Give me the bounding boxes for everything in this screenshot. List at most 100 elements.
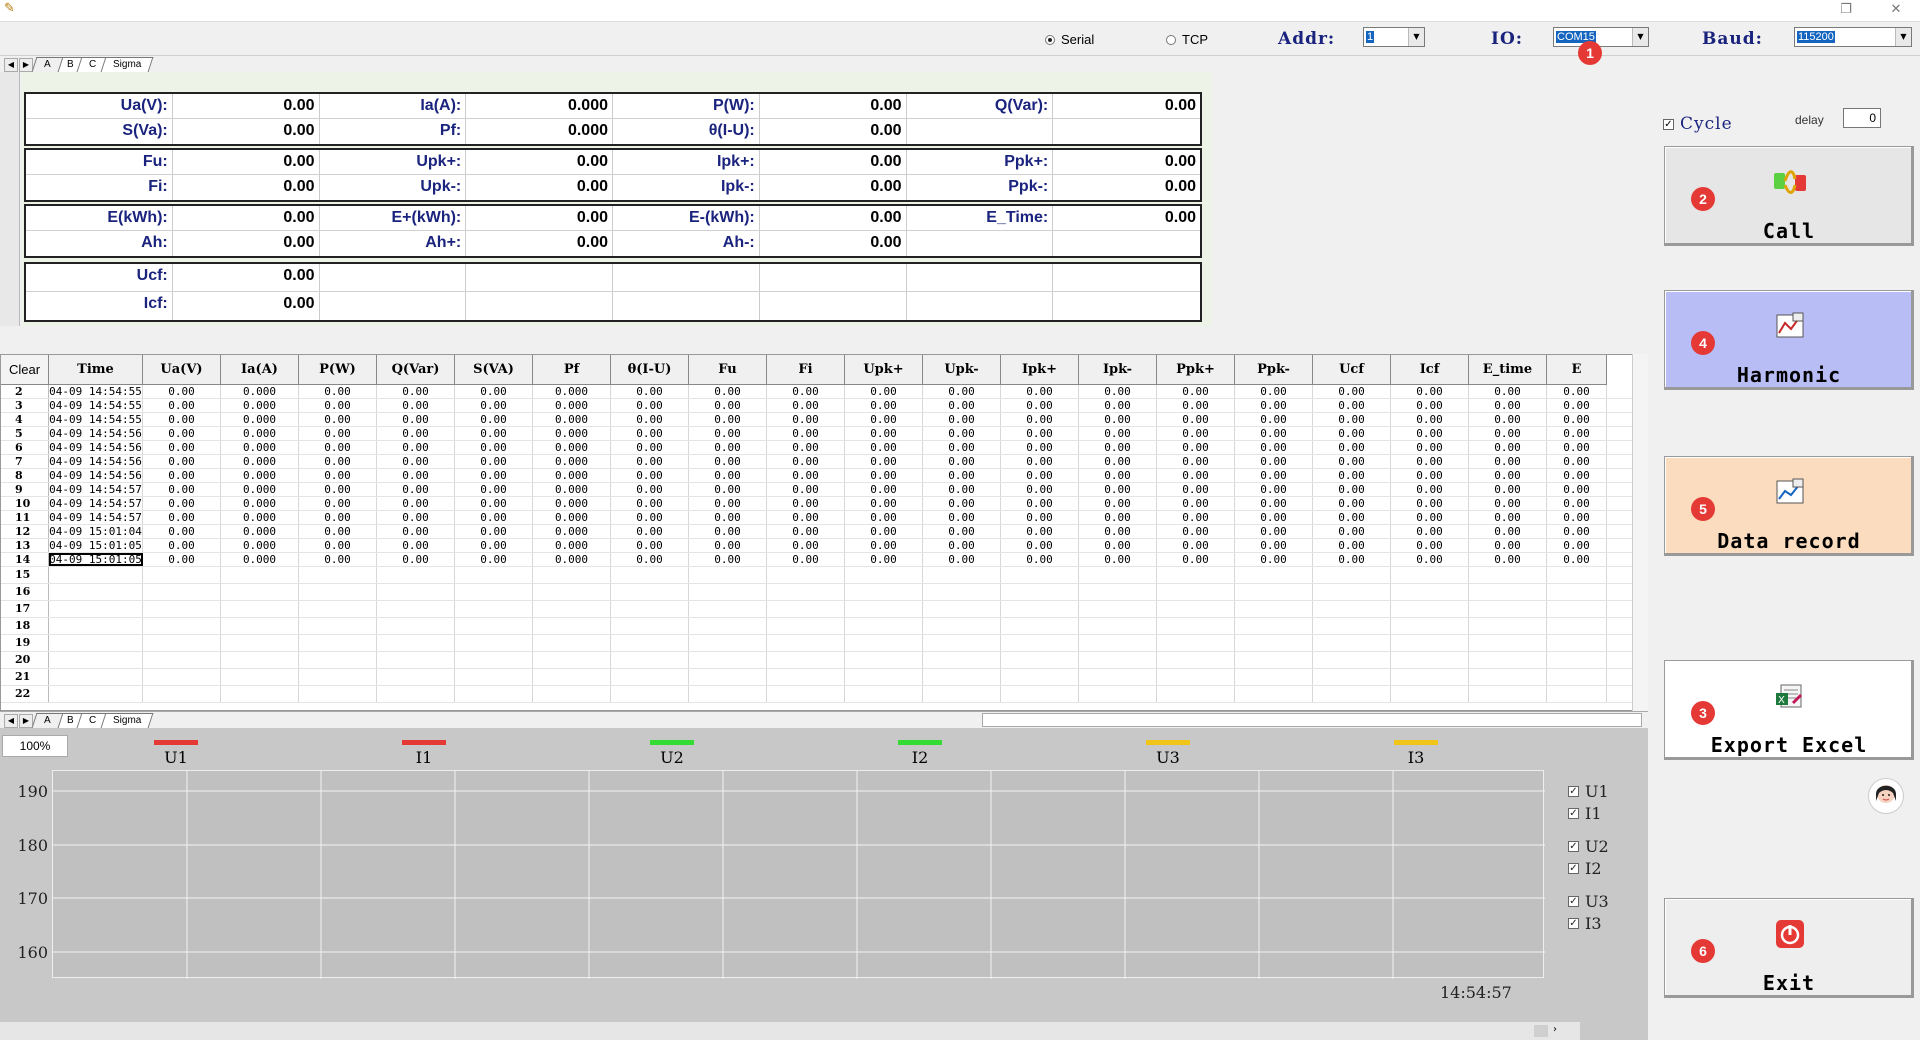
table-cell[interactable]	[1547, 686, 1607, 702]
table-cell[interactable]	[1313, 669, 1391, 685]
table-cell[interactable]: 0.00	[611, 455, 689, 468]
table-cell[interactable]: 0.00	[1469, 553, 1547, 566]
table-cell[interactable]	[455, 635, 533, 651]
table-cell[interactable]: 0.00	[1157, 525, 1235, 538]
table-cell[interactable]	[1157, 601, 1235, 617]
table-cell[interactable]: 0.00	[689, 483, 767, 496]
table-cell[interactable]	[767, 652, 845, 668]
table-cell[interactable]: 0.00	[767, 469, 845, 482]
table-cell[interactable]: 0.00	[143, 427, 221, 440]
tab-a[interactable]: A	[31, 713, 64, 728]
table-row[interactable]: 2 04-09 14:54:55 0.00 0.000 0.00 0.00 0.00 0.00…	[1, 385, 1633, 399]
table-cell[interactable]: 0.00	[455, 539, 533, 552]
table-cell[interactable]: 0.00	[845, 455, 923, 468]
column-header[interactable]: Fi	[767, 355, 845, 385]
table-cell[interactable]	[1391, 686, 1469, 702]
table-cell[interactable]: 0.00	[1469, 525, 1547, 538]
table-cell[interactable]	[221, 652, 299, 668]
scroll-thumb[interactable]	[1534, 1025, 1548, 1037]
table-cell[interactable]: 0.00	[455, 427, 533, 440]
table-cell[interactable]	[533, 618, 611, 634]
table-cell[interactable]	[1079, 618, 1157, 634]
table-cell[interactable]: 0.00	[1079, 511, 1157, 524]
table-cell[interactable]	[455, 652, 533, 668]
table-cell[interactable]: 0.00	[1313, 385, 1391, 398]
column-header[interactable]: E_time	[1469, 355, 1547, 385]
table-cell[interactable]	[1547, 669, 1607, 685]
table-cell[interactable]: 0.00	[1313, 511, 1391, 524]
table-cell[interactable]	[49, 567, 143, 583]
table-cell[interactable]: 0.00	[1391, 483, 1469, 496]
table-cell[interactable]: 0.00	[611, 525, 689, 538]
table-row[interactable]: 16	[1, 584, 1633, 601]
table-cell[interactable]: 0.00	[1079, 413, 1157, 426]
table-cell[interactable]	[1313, 601, 1391, 617]
table-cell[interactable]: 0.00	[923, 455, 1001, 468]
table-cell[interactable]	[1547, 635, 1607, 651]
table-cell[interactable]: 0.00	[377, 441, 455, 454]
table-cell[interactable]: 0.000	[533, 511, 611, 524]
table-cell[interactable]: 0.00	[1313, 427, 1391, 440]
table-cell[interactable]: 0.00	[767, 539, 845, 552]
series-toggle[interactable]: ✓ I3	[1568, 914, 1602, 933]
column-header[interactable]: Ppk+	[1157, 355, 1235, 385]
table-cell[interactable]: 0.00	[1547, 385, 1607, 398]
table-cell[interactable]: 0.00	[845, 469, 923, 482]
table-cell[interactable]: 0.00	[1001, 483, 1079, 496]
table-cell[interactable]	[377, 635, 455, 651]
table-cell[interactable]	[1391, 601, 1469, 617]
table-cell[interactable]	[1157, 652, 1235, 668]
table-row[interactable]: 4 04-09 14:54:55 0.00 0.000 0.00 0.00 0.00 0.00…	[1, 413, 1633, 427]
table-cell[interactable]	[143, 635, 221, 651]
table-cell[interactable]: 0.00	[1391, 469, 1469, 482]
table-row[interactable]: 3 04-09 14:54:55 0.00 0.000 0.00 0.00 0.00 0.00…	[1, 399, 1633, 413]
chart-horizontal-scrollbar[interactable]: ›	[0, 1022, 1580, 1040]
table-cell[interactable]: 0.00	[1547, 497, 1607, 510]
table-cell[interactable]	[1235, 601, 1313, 617]
table-cell[interactable]	[767, 686, 845, 702]
table-cell[interactable]: 0.00	[1547, 511, 1607, 524]
table-cell[interactable]: 0.000	[221, 413, 299, 426]
table-cell[interactable]	[1157, 618, 1235, 634]
exit-button[interactable]: 6 Exit	[1664, 898, 1914, 998]
assistant-avatar[interactable]	[1868, 778, 1904, 814]
tab-next-icon[interactable]: ▶	[19, 714, 33, 728]
table-cell[interactable]: 0.000	[221, 511, 299, 524]
table-cell[interactable]: 0.00	[611, 385, 689, 398]
table-cell[interactable]: 0.00	[455, 385, 533, 398]
table-cell[interactable]: 0.00	[689, 441, 767, 454]
cell-time[interactable]: 04-09 15:01:05	[49, 539, 143, 552]
table-cell[interactable]: 0.00	[1235, 469, 1313, 482]
column-header[interactable]: θ(I-U)	[611, 355, 689, 385]
table-cell[interactable]: 0.00	[143, 455, 221, 468]
table-cell[interactable]: 0.00	[923, 511, 1001, 524]
tcp-radio[interactable]: TCP	[1166, 33, 1208, 47]
table-cell[interactable]: 0.00	[1313, 441, 1391, 454]
table-cell[interactable]	[611, 567, 689, 583]
column-header[interactable]: Ucf	[1313, 355, 1391, 385]
table-cell[interactable]: 0.00	[1157, 413, 1235, 426]
table-cell[interactable]: 0.00	[1235, 399, 1313, 412]
tab-next-icon[interactable]: ▶	[19, 58, 33, 72]
table-cell[interactable]: 0.00	[689, 511, 767, 524]
table-cell[interactable]: 0.00	[299, 553, 377, 566]
cell-time[interactable]: 04-09 14:54:57	[49, 511, 143, 524]
table-cell[interactable]	[845, 601, 923, 617]
table-cell[interactable]	[299, 652, 377, 668]
table-cell[interactable]: 0.00	[1157, 455, 1235, 468]
table-cell[interactable]	[1313, 567, 1391, 583]
table-cell[interactable]: 0.00	[1391, 413, 1469, 426]
table-cell[interactable]: 0.00	[767, 511, 845, 524]
table-cell[interactable]: 0.00	[845, 399, 923, 412]
cell-time[interactable]: 04-09 15:01:05	[49, 553, 143, 566]
table-row[interactable]: 9 04-09 14:54:57 0.00 0.000 0.00 0.00 0.00 0.00…	[1, 483, 1633, 497]
table-cell[interactable]: 0.00	[1001, 455, 1079, 468]
table-cell[interactable]	[533, 584, 611, 600]
table-cell[interactable]: 0.00	[689, 525, 767, 538]
table-cell[interactable]: 0.000	[221, 441, 299, 454]
table-cell[interactable]	[689, 635, 767, 651]
table-cell[interactable]: 0.00	[377, 553, 455, 566]
table-cell[interactable]	[1469, 584, 1547, 600]
table-cell[interactable]: 0.00	[143, 511, 221, 524]
table-row[interactable]: 22	[1, 686, 1633, 703]
